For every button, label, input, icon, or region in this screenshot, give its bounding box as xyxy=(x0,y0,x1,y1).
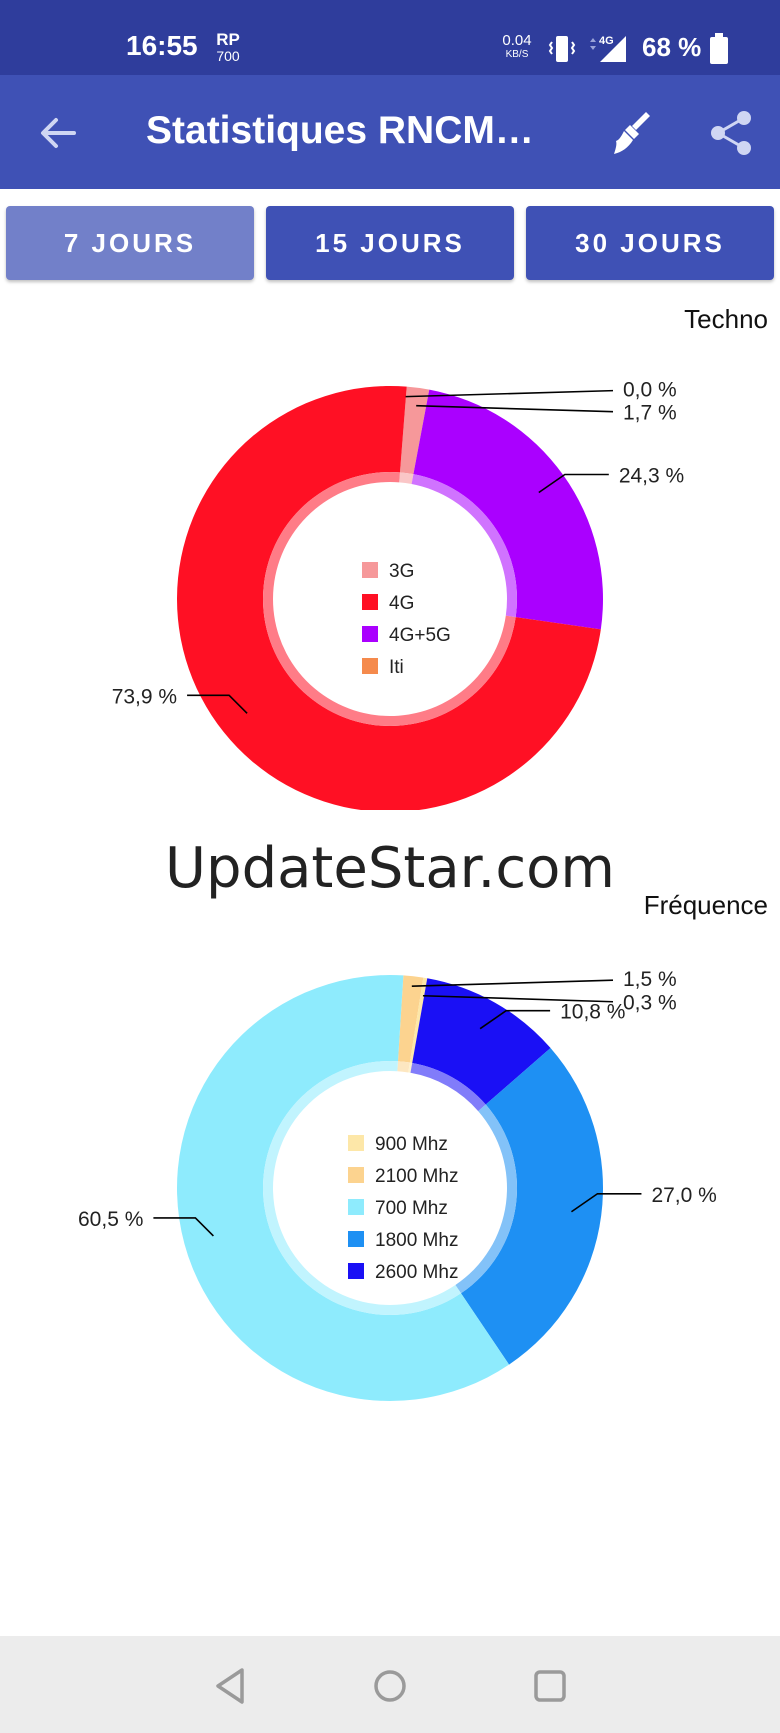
value-label-2100-mhz: 1,5 % xyxy=(623,968,677,991)
speed-unit: KB/S xyxy=(505,49,529,60)
carrier-bottom: 700 xyxy=(216,48,240,64)
speed-value: 0.04 xyxy=(502,32,532,49)
legend-swatch-900-mhz xyxy=(348,1135,364,1151)
legend-label-4g-5g: 4G+5G xyxy=(389,625,451,646)
legend-swatch-2600-mhz xyxy=(348,1263,364,1279)
clean-button[interactable] xyxy=(608,108,658,158)
triangle-back-icon xyxy=(216,1668,244,1704)
value-label-4g-5g: 24,3 % xyxy=(619,464,684,487)
frequence-donut-chart: 60,5 % 27,0 % 10,8 %0,3 %1,5 % 900 Mhz 2100 … xyxy=(78,968,717,1401)
tab-15-days[interactable]: 15 JOURS xyxy=(266,206,514,280)
nav-home-button[interactable] xyxy=(368,1664,412,1708)
network-type-label: 4G xyxy=(599,35,614,47)
legend-swatch-4g-5g xyxy=(362,626,378,642)
nav-back-button[interactable] xyxy=(210,1664,254,1708)
tab-30-days[interactable]: 30 JOURS xyxy=(526,206,774,280)
nav-recents-button[interactable] xyxy=(528,1664,572,1708)
arrow-left-icon xyxy=(41,118,76,148)
battery-icon xyxy=(710,33,728,64)
status-time: 16:55 xyxy=(126,30,198,61)
broom-icon xyxy=(614,112,650,154)
carrier-top: RP xyxy=(216,30,240,49)
tab-7-days[interactable]: 7 JOURS xyxy=(6,206,254,280)
legend-swatch-1800-mhz xyxy=(348,1231,364,1247)
square-recents-icon xyxy=(534,1670,566,1702)
legend-label-3g: 3G xyxy=(389,561,414,582)
legend-label-4g: 4G xyxy=(389,593,414,614)
share-icon xyxy=(711,111,751,155)
legend-swatch-iti xyxy=(362,658,378,674)
status-bar: 16:55 RP 700 0.04 KB/S 4G 68 % xyxy=(0,0,780,75)
network-speed: 0.04 KB/S xyxy=(497,32,537,62)
value-label-1800-mhz: 27,0 % xyxy=(651,1184,716,1207)
value-label-2600-mhz: 10,8 % xyxy=(560,1001,625,1024)
techno-donut-chart: 73,9 % 24,3 % 1,7 %0,0 % 3G 4G 4G+5G Iti xyxy=(112,379,684,810)
signal-icon: 4G xyxy=(590,35,626,62)
back-button[interactable] xyxy=(34,109,82,157)
value-label-3g: 1,7 % xyxy=(623,402,677,425)
system-nav-bar xyxy=(0,1636,780,1733)
legend-swatch-4g xyxy=(362,594,378,610)
carrier-indicator: RP 700 xyxy=(213,30,243,64)
legend-label-2100-mhz: 2100 Mhz xyxy=(375,1166,458,1187)
battery-level: 68 % xyxy=(642,32,702,62)
value-label-iti: 0,0 % xyxy=(623,379,677,402)
slice-inner-2100-mhz xyxy=(397,1061,410,1073)
page-title: Statistiques RNCMo… xyxy=(146,109,556,152)
legend-label-700-mhz: 700 Mhz xyxy=(375,1198,448,1219)
legend-label-iti: Iti xyxy=(389,657,404,678)
slice-inner-3g xyxy=(399,472,414,485)
app-bar: Statistiques RNCMo… xyxy=(0,75,780,189)
legend-swatch-700-mhz xyxy=(348,1199,364,1215)
vibrate-icon xyxy=(548,36,576,62)
legend-label-900-mhz: 900 Mhz xyxy=(375,1134,448,1155)
legend-label-2600-mhz: 2600 Mhz xyxy=(375,1262,458,1283)
value-label-4g: 73,9 % xyxy=(112,685,177,708)
legend-label-1800-mhz: 1800 Mhz xyxy=(375,1230,458,1251)
chart-title-frequence: Fréquence xyxy=(643,890,768,920)
legend-swatch-3g xyxy=(362,562,378,578)
legend-swatch-2100-mhz xyxy=(348,1167,364,1183)
value-label-900-mhz: 0,3 % xyxy=(623,992,677,1015)
value-label-700-mhz: 60,5 % xyxy=(78,1208,143,1231)
share-button[interactable] xyxy=(706,108,756,158)
circle-home-icon xyxy=(374,1670,406,1702)
